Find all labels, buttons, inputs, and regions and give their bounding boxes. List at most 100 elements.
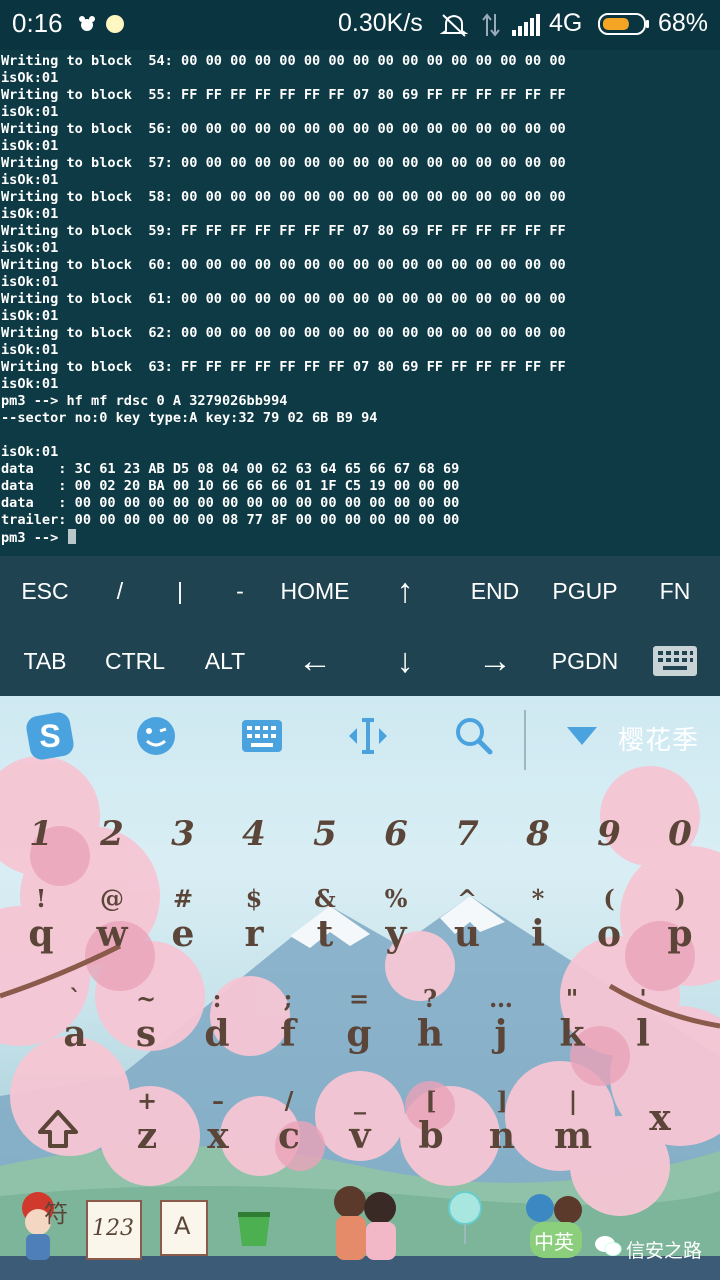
key-j[interactable]: … j: [465, 984, 537, 1054]
extra-key-ctrl[interactable]: CTRL: [90, 626, 180, 696]
terminal-line: data : 00 02 20 BA 00 10 66 66 66 01 1F …: [1, 478, 460, 494]
key-g[interactable]: = g: [323, 984, 395, 1054]
terminal-line: Writing to block 56: 00 00 00 00 00 00 0…: [1, 121, 566, 137]
key-r[interactable]: $ r: [218, 884, 290, 954]
key-w[interactable]: @ w: [76, 884, 148, 954]
terminal-line: Writing to block 60: 00 00 00 00 00 00 0…: [1, 257, 566, 273]
sogou-logo-icon[interactable]: S: [22, 708, 78, 764]
key-main-label: h: [416, 1013, 444, 1055]
key-h[interactable]: ? h: [394, 984, 466, 1054]
emoji-icon[interactable]: [128, 708, 184, 764]
key-y[interactable]: % y: [360, 884, 432, 954]
status-time: 0:16: [12, 8, 63, 38]
key-e[interactable]: # e: [147, 884, 219, 954]
key-alt-label: ^: [456, 884, 478, 913]
terminal-line: Writing to block 57: 00 00 00 00 00 00 0…: [1, 155, 566, 171]
extra-key-right[interactable]: →: [450, 626, 540, 696]
terminal-line: data : 3C 61 23 AB D5 08 04 00 62 63 64 …: [1, 461, 460, 477]
key-o[interactable]: (o: [573, 884, 645, 954]
terminal-line: isOk:01: [1, 444, 59, 460]
extra-key-down[interactable]: ↓: [360, 626, 450, 696]
terminal-line: --sector no:0 key type:A key:32 79 02 6B…: [1, 410, 378, 426]
extra-key-left[interactable]: ←: [270, 626, 360, 696]
key-alt-label: _: [354, 1086, 366, 1115]
collapse-icon[interactable]: [554, 708, 610, 764]
key-i[interactable]: * i: [502, 884, 574, 954]
key-main-label: k: [559, 1013, 585, 1055]
key-alt-label: =: [348, 984, 370, 1013]
key-a[interactable]: ` a: [39, 984, 111, 1054]
terminal-line: data : 00 00 00 00 00 00 00 00 00 00 00 …: [1, 495, 460, 511]
num-key-5[interactable]: 5: [289, 814, 361, 854]
num-key-6[interactable]: 6: [360, 814, 432, 854]
key-s[interactable]: ~ s: [110, 984, 182, 1054]
terminal-line: isOk:01: [1, 376, 59, 392]
extra-key-tab[interactable]: TAB: [0, 626, 90, 696]
terminal-line: Writing to block 58: 00 00 00 00 00 00 0…: [1, 189, 566, 205]
num-key-7[interactable]: 7: [431, 814, 503, 854]
sun-dot-icon: [106, 15, 124, 33]
key-main-label: q: [28, 913, 54, 955]
search-icon[interactable]: [446, 708, 502, 764]
number-key[interactable]: 123: [86, 1200, 142, 1260]
terminal-line: trailer: 00 00 00 00 00 00 08 77 8F 00 0…: [1, 512, 460, 528]
letter-key[interactable]: A: [160, 1200, 208, 1256]
terminal-line: isOk:01: [1, 70, 59, 86]
num-key-4[interactable]: 4: [218, 814, 290, 854]
key-m[interactable]: | m: [537, 1086, 609, 1156]
key-z[interactable]: + z: [111, 1086, 183, 1156]
symbol-key[interactable]: 符: [10, 1190, 70, 1264]
space-key[interactable]: [316, 1182, 416, 1266]
bucket-icon[interactable]: [234, 1206, 274, 1248]
num-key-9[interactable]: 9: [573, 814, 645, 854]
keyboard-toggle-icon[interactable]: [630, 626, 720, 696]
network-type: 4G: [549, 9, 583, 37]
extra-key-alt[interactable]: ALT: [180, 626, 270, 696]
key-u[interactable]: ^ u: [431, 884, 503, 954]
key-c[interactable]: / c: [253, 1086, 325, 1156]
extra-key-fn[interactable]: FN: [630, 556, 720, 626]
cursor-move-icon[interactable]: [340, 708, 396, 764]
key-main-label: l: [636, 1013, 650, 1055]
key-x[interactable]: – x: [182, 1086, 254, 1156]
key-l[interactable]: ' l: [607, 984, 679, 1054]
battery-icon: [598, 13, 649, 35]
num-key-1[interactable]: 1: [5, 814, 77, 854]
key-d[interactable]: :d: [181, 984, 253, 1054]
key-main-label: s: [135, 1013, 157, 1055]
extra-key-pgup[interactable]: PGUP: [540, 556, 630, 626]
key-n[interactable]: ] n: [466, 1086, 538, 1156]
key-main-label: n: [488, 1115, 516, 1157]
key-alt-label: &: [314, 884, 336, 913]
keyboard-icon[interactable]: [234, 708, 290, 764]
key-f[interactable]: ; f: [252, 984, 324, 1054]
terminal-output[interactable]: Writing to block 54: 00 00 00 00 00 00 0…: [0, 50, 720, 556]
key-b[interactable]: [b: [395, 1086, 467, 1156]
num-key-8[interactable]: 8: [502, 814, 574, 854]
key-q[interactable]: ! q: [5, 884, 77, 954]
key-k[interactable]: " k: [536, 984, 608, 1054]
language-key[interactable]: 中英: [520, 1190, 590, 1260]
num-key-3[interactable]: 3: [147, 814, 219, 854]
num-key-2[interactable]: 2: [76, 814, 148, 854]
key-t[interactable]: & t: [289, 884, 361, 954]
extra-key-up[interactable]: ↑: [360, 556, 450, 626]
key-v[interactable]: _ v: [324, 1086, 396, 1156]
num-key-0[interactable]: 0: [644, 814, 716, 854]
terminal-line: Writing to block 59: FF FF FF FF FF FF F…: [1, 223, 566, 239]
extra-key-end[interactable]: END: [450, 556, 540, 626]
extra-key-home[interactable]: HOME: [270, 556, 360, 626]
key-alt-label: ': [639, 984, 647, 1013]
key-alt-label: ?: [422, 984, 438, 1013]
key-alt-label: ;: [283, 984, 293, 1013]
key-p[interactable]: ) p: [644, 884, 716, 954]
terminal-prompt[interactable]: pm3 -->: [1, 529, 77, 546]
extra-key-pgdn[interactable]: PGDN: [540, 626, 630, 696]
theme-name: 樱花季: [618, 726, 700, 756]
shift-icon[interactable]: [34, 1106, 82, 1154]
key-alt-label: :: [212, 984, 222, 1013]
notification-icon: [79, 16, 95, 31]
key-alt-label: ): [674, 884, 686, 913]
voice-icon[interactable]: [446, 1190, 484, 1246]
delete-key[interactable]: x: [624, 1098, 696, 1138]
